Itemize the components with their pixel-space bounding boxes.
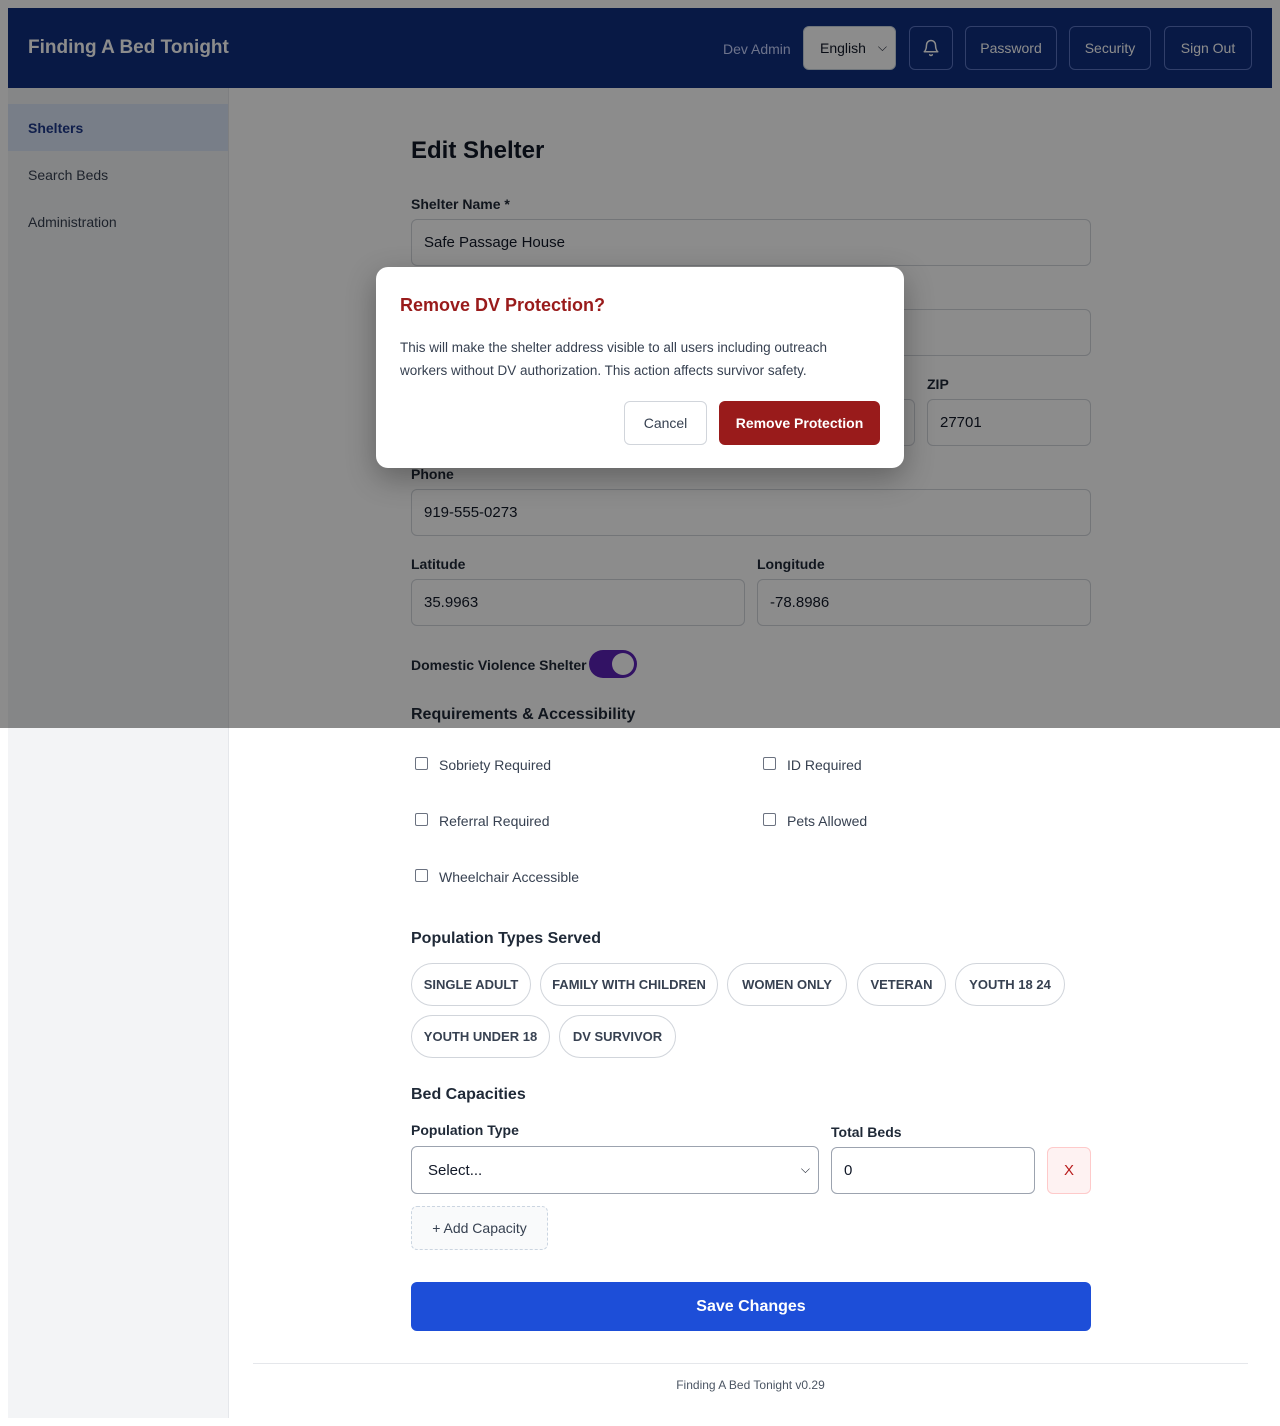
dialog-message: This will make the shelter address visib… — [400, 340, 827, 378]
id-required-label: ID Required — [787, 757, 862, 773]
chip-dv-survivor[interactable]: DV SURVIVOR — [559, 1015, 676, 1058]
sobriety-required-label: Sobriety Required — [439, 757, 552, 773]
population-type-value: Select... — [428, 1161, 483, 1179]
remove-dv-dialog: Remove DV Protection? This will make the… — [376, 267, 904, 468]
dialog-title: Remove DV Protection? — [400, 295, 606, 315]
population-types-title: Population Types Served — [411, 930, 601, 947]
chevron-down-icon: ⌵ — [800, 1162, 810, 1176]
chip-single-adult[interactable]: SINGLE ADULT — [411, 963, 531, 1006]
chip-youth-under-18[interactable]: YOUTH UNDER 18 — [411, 1015, 550, 1058]
id-required-checkbox[interactable] — [763, 757, 776, 770]
chip-youth-18-24[interactable]: YOUTH 18 24 — [955, 963, 1065, 1006]
referral-required-checkbox[interactable] — [415, 813, 428, 826]
chip-family-with-children[interactable]: FAMILY WITH CHILDREN — [540, 963, 718, 1006]
remove-protection-button[interactable]: Remove Protection — [719, 401, 880, 445]
sobriety-required-checkbox[interactable] — [415, 757, 428, 770]
chip-veteran[interactable]: VETERAN — [857, 963, 946, 1006]
remove-capacity-button[interactable]: X — [1047, 1147, 1091, 1194]
pets-allowed-checkbox[interactable] — [763, 813, 776, 826]
chip-women-only[interactable]: WOMEN ONLY — [727, 963, 847, 1006]
wheelchair-accessible-label: Wheelchair Accessible — [439, 869, 580, 885]
wheelchair-accessible-checkbox[interactable] — [415, 869, 428, 882]
population-type-label: Population Type — [411, 1122, 519, 1138]
total-beds-label: Total Beds — [831, 1124, 902, 1140]
bed-capacities-title: Bed Capacities — [411, 1086, 526, 1103]
add-capacity-button[interactable]: + Add Capacity — [411, 1206, 548, 1250]
save-changes-button[interactable]: Save Changes — [411, 1282, 1091, 1331]
dialog-cancel-button[interactable]: Cancel — [624, 401, 707, 445]
total-beds-input[interactable]: 0 — [831, 1147, 1035, 1194]
footer-divider — [253, 1363, 1248, 1364]
pets-allowed-label: Pets Allowed — [787, 813, 868, 829]
population-type-select[interactable]: Select... ⌵ — [411, 1146, 819, 1194]
footer-version: Finding A Bed Tonight v0.29 — [676, 1378, 825, 1392]
referral-required-label: Referral Required — [439, 813, 550, 829]
